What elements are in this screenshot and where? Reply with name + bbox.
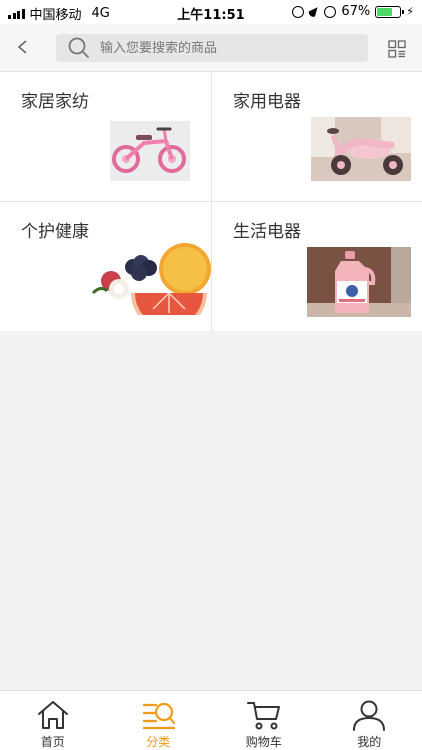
profile-icon (353, 700, 386, 731)
category-card[interactable]: 家居家纺 (0, 72, 211, 201)
search-header (0, 24, 422, 72)
category-icon (143, 702, 176, 730)
bottom-tab-bar: 首页 分类 购物车 我的 (0, 690, 422, 750)
search-icon (68, 37, 89, 58)
charging-icon: ⚡ (406, 5, 414, 18)
pink-balance-bike-image (110, 121, 190, 181)
rotation-lock-icon (292, 5, 305, 18)
tab-profile[interactable]: 我的 (317, 691, 422, 750)
location-icon (306, 4, 322, 19)
pink-detergent-bottle-image (307, 247, 411, 317)
tab-label: 分类 (146, 735, 171, 749)
category-card[interactable]: 生活电器 (212, 202, 422, 331)
category-title: 生活电器 (233, 222, 301, 242)
tab-home[interactable]: 首页 (0, 691, 106, 750)
tab-category[interactable]: 分类 (106, 691, 212, 750)
category-title: 个护健康 (21, 222, 89, 242)
tab-label: 我的 (357, 735, 382, 749)
grid-view-icon[interactable] (388, 40, 406, 58)
tab-cart[interactable]: 购物车 (211, 691, 317, 750)
fruits-grapefruit-lychee-image (91, 243, 211, 315)
category-card[interactable]: 个护健康 (0, 202, 211, 331)
search-input[interactable] (100, 40, 350, 56)
battery-percent: 67% (341, 4, 371, 19)
category-card[interactable]: 家用电器 (212, 72, 422, 201)
category-title: 家居家纺 (21, 92, 89, 112)
tab-label: 购物车 (245, 735, 282, 749)
category-grid: 家居家纺 家用电器 个护健康 生活电器 (0, 72, 422, 331)
status-bar: 中国移动 4G 上午11:51 67% ⚡ (0, 0, 422, 24)
category-title: 家用电器 (233, 92, 301, 112)
tab-label: 首页 (40, 735, 65, 749)
pink-tricycle-image (311, 117, 411, 181)
cart-icon (246, 702, 280, 730)
battery-icon (375, 5, 405, 18)
alarm-icon (324, 5, 337, 18)
search-box[interactable] (56, 34, 368, 62)
home-icon (37, 701, 68, 729)
back-icon[interactable] (16, 40, 30, 54)
